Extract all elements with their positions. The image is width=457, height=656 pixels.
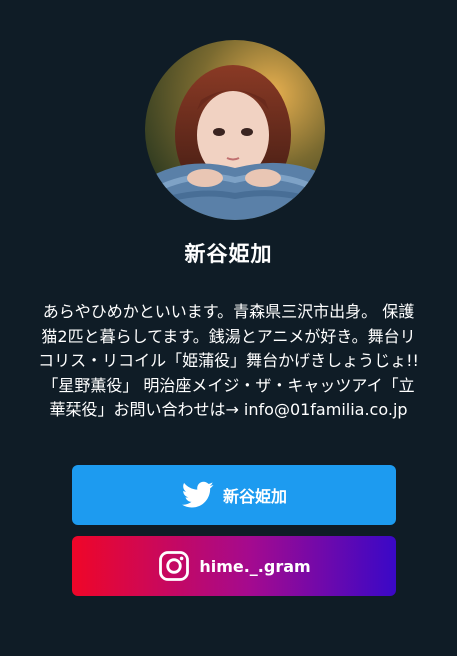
twitter-bird-icon xyxy=(181,478,215,512)
avatar-photo xyxy=(145,40,325,220)
twitter-link-button[interactable]: 新谷姫加 xyxy=(72,465,396,525)
instagram-icon xyxy=(157,549,191,583)
instagram-link-label: hime._.gram xyxy=(199,556,311,576)
instagram-link-button[interactable]: hime._.gram xyxy=(72,536,396,596)
twitter-link-label: 新谷姫加 xyxy=(222,487,287,506)
avatar xyxy=(145,40,325,220)
profile-page: 新谷姫加 あらやひめかといいます。青森県三沢市出身。 保護 猫2匹と暮らしてます… xyxy=(0,0,457,656)
profile-name: 新谷姫加 xyxy=(184,242,273,266)
profile-bio: あらやひめかといいます。青森県三沢市出身。 保護 猫2匹と暮らしてます。銭湯とア… xyxy=(38,302,419,419)
